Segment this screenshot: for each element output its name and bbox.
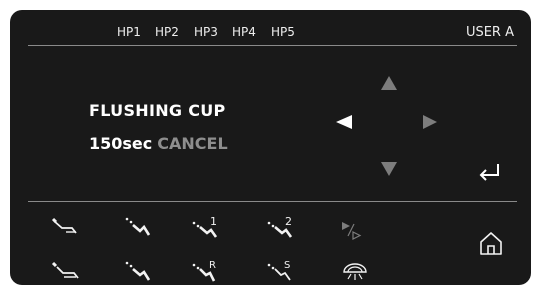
enter-return-icon — [479, 164, 499, 181]
handpiece-1-label: 1 — [210, 215, 217, 228]
home-button[interactable] — [478, 229, 504, 257]
play-step-button[interactable] — [338, 215, 370, 243]
rinse-handpiece-icon — [51, 217, 77, 234]
handpiece-s-icon: S — [267, 260, 291, 281]
rinse-handpiece-button[interactable] — [50, 213, 82, 241]
tab-hp5[interactable]: HP5 — [271, 25, 295, 39]
status-title: FLUSHING CUP — [89, 101, 226, 120]
spray-handpiece-button[interactable] — [122, 213, 154, 241]
arrow-right-icon[interactable] — [423, 115, 437, 129]
user-selector[interactable]: USER A — [466, 25, 514, 40]
home-icon — [480, 232, 502, 255]
play-step-icon — [342, 222, 362, 240]
handpiece-s-button[interactable]: S — [265, 257, 297, 285]
handpiece-1-button[interactable]: 1 — [190, 213, 222, 241]
enter-button[interactable] — [474, 160, 504, 184]
tab-hp3[interactable]: HP3 — [194, 25, 218, 39]
light-icon — [343, 263, 367, 280]
arrow-left-icon[interactable] — [336, 115, 352, 129]
handpiece-s-label: S — [284, 260, 290, 271]
handpiece-2-button[interactable]: 2 — [265, 213, 297, 241]
light-button[interactable] — [339, 258, 371, 285]
spray-handpiece-icon — [125, 217, 151, 236]
status-row: 150sec CANCEL — [89, 134, 228, 153]
tab-hp1[interactable]: HP1 — [117, 25, 141, 39]
tab-hp4[interactable]: HP4 — [232, 25, 256, 39]
control-panel: HP1 HP2 HP3 HP4 HP5 USER A FLUSHING CUP … — [10, 10, 531, 285]
water-handpiece-icon — [51, 261, 79, 279]
handpiece-r-label: R — [209, 260, 216, 271]
handpiece-2-icon: 2 — [267, 215, 293, 238]
handpiece-r-button[interactable]: R — [190, 257, 222, 285]
arrow-down-icon[interactable] — [381, 162, 397, 176]
header-bar: HP1 HP2 HP3 HP4 HP5 USER A — [10, 10, 531, 46]
arrow-up-icon[interactable] — [381, 76, 397, 90]
air-handpiece-button[interactable] — [122, 257, 154, 285]
cancel-button[interactable]: CANCEL — [157, 134, 227, 153]
handpiece-r-icon: R — [192, 260, 216, 282]
top-divider — [28, 45, 517, 46]
handpiece-2-label: 2 — [285, 215, 292, 228]
bottom-divider — [28, 201, 517, 202]
timer-value: 150sec — [89, 134, 153, 153]
air-handpiece-icon — [125, 261, 151, 281]
tab-hp2[interactable]: HP2 — [155, 25, 179, 39]
water-handpiece-button[interactable] — [50, 257, 82, 285]
handpiece-1-icon: 1 — [192, 215, 218, 238]
